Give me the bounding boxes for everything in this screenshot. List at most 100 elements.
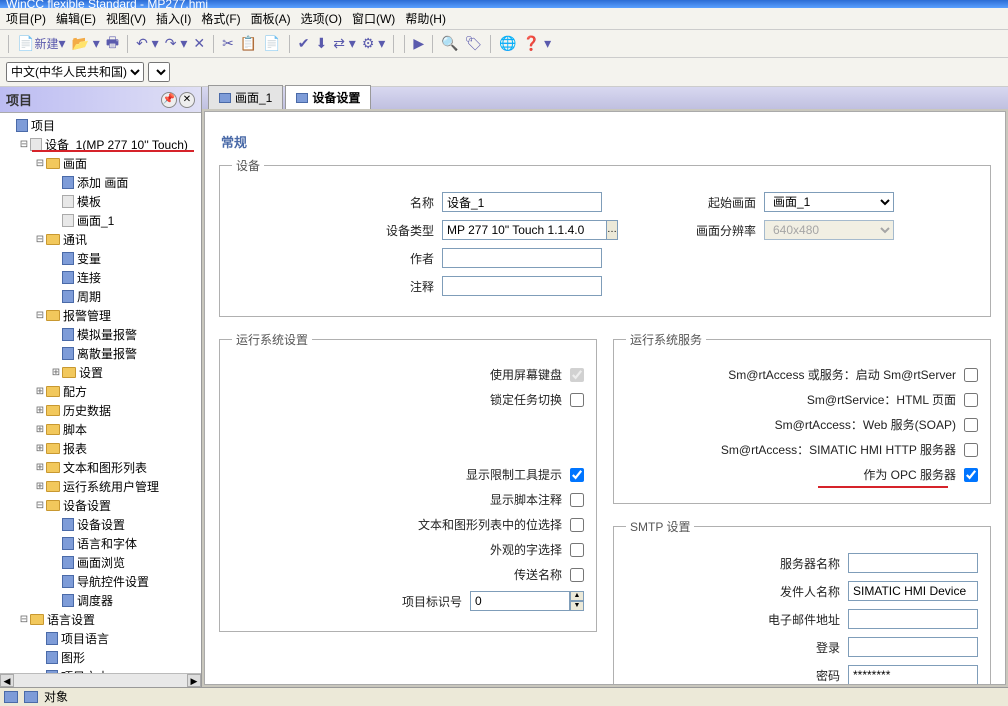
email-input[interactable] [848, 609, 978, 629]
login-input[interactable] [848, 637, 978, 657]
tree-connections[interactable]: 连接 [77, 269, 101, 286]
help-button[interactable]: ❓ ▾ [523, 35, 551, 52]
smtp-server-input[interactable] [848, 553, 978, 573]
menu-window[interactable]: 窗口(W) [352, 10, 395, 27]
tree-screens[interactable]: 画面 [63, 155, 87, 172]
menu-edit[interactable]: 编辑(E) [56, 10, 96, 27]
close-icon[interactable]: ✕ [179, 92, 195, 108]
script-comment-check[interactable] [570, 493, 584, 507]
content-area: 画面_1 设备设置 常规 设备 名称 设备类型 [202, 87, 1008, 687]
opc-server-check[interactable] [964, 468, 978, 482]
bottom-objects-label[interactable]: 对象 [44, 688, 68, 705]
tree-screen-browse[interactable]: 画面浏览 [77, 554, 125, 571]
menu-options[interactable]: 选项(O) [301, 10, 342, 27]
tree-scripts[interactable]: 脚本 [63, 421, 87, 438]
language-select[interactable]: 中文(中华人民共和国) [6, 62, 144, 82]
transfer-button[interactable]: ⇄ ▾ [333, 35, 356, 52]
password-label: 密码 [816, 667, 848, 684]
undo-button[interactable]: ↶ ▾ [136, 35, 159, 52]
bottom-icon2[interactable] [24, 691, 38, 703]
tree-navctrl[interactable]: 导航控件设置 [77, 573, 149, 590]
folder-icon [46, 443, 60, 454]
project-tree[interactable]: 项目 ⊟设备_1(MP 277 10'' Touch) ⊟画面 添加 画面 模板… [0, 113, 201, 673]
delete-button[interactable]: ✕ [193, 35, 205, 52]
tree-graphics[interactable]: 图形 [61, 649, 85, 666]
menu-project[interactable]: 项目(P) [6, 10, 46, 27]
run-button[interactable]: ▶ [413, 35, 424, 52]
tree-lang-font[interactable]: 语言和字体 [77, 535, 137, 552]
tree-reports[interactable]: 报表 [63, 440, 87, 457]
screen-icon [62, 214, 74, 227]
tree-dev-device-settings[interactable]: 设备设置 [77, 516, 125, 533]
author-input[interactable] [442, 248, 602, 268]
tree-add-screen[interactable]: 添加 画面 [77, 174, 128, 191]
tree-debugger[interactable]: 调度器 [77, 592, 113, 609]
compile-button[interactable]: ✔ [298, 35, 310, 52]
folder-icon [46, 405, 60, 416]
bottom-icon1[interactable] [4, 691, 18, 703]
tree-discrete-alarm[interactable]: 离散量报警 [77, 345, 137, 362]
tree-device-settings[interactable]: 设备设置 [63, 497, 111, 514]
menu-view[interactable]: 视图(V) [106, 10, 146, 27]
menu-format[interactable]: 格式(F) [201, 10, 240, 27]
sender-name-input[interactable] [848, 581, 978, 601]
tree-recipes[interactable]: 配方 [63, 383, 87, 400]
tooltips-check[interactable] [570, 468, 584, 482]
textgfx-pos-check[interactable] [570, 518, 584, 532]
tree-lang-settings[interactable]: 语言设置 [47, 611, 95, 628]
new-button[interactable]: 📄 新建 ▾ [17, 35, 65, 52]
menu-insert[interactable]: 插入(I) [156, 10, 191, 27]
transfer-name-check[interactable] [570, 568, 584, 582]
spin-down[interactable]: ▼ [570, 601, 584, 611]
tree-runtime-user[interactable]: 运行系统用户管理 [63, 478, 159, 495]
tree-template[interactable]: 模板 [77, 193, 101, 210]
project-id-input[interactable] [470, 591, 570, 611]
type-browse-button[interactable]: … [607, 220, 618, 240]
tree-tags[interactable]: 变量 [77, 250, 101, 267]
download-button[interactable]: ⬇ [315, 35, 327, 52]
tree-root[interactable]: 项目 [31, 117, 55, 134]
smartaccess-http-check[interactable] [964, 443, 978, 457]
find-button[interactable]: 🔍 [441, 35, 458, 52]
password-input[interactable] [848, 665, 978, 685]
tree-settings[interactable]: 设置 [79, 364, 103, 381]
setting-icon [62, 537, 74, 550]
smartservice-html-check[interactable] [964, 393, 978, 407]
tree-history[interactable]: 历史数据 [63, 402, 111, 419]
tags-button[interactable]: 🏷 [465, 35, 483, 52]
language-dropdown-secondary[interactable] [148, 62, 170, 82]
smartaccess-check[interactable] [964, 368, 978, 382]
tab-screen1[interactable]: 画面_1 [208, 85, 283, 109]
tree-alarm[interactable]: 报警管理 [63, 307, 111, 324]
action-button[interactable]: ⚙ ▾ [362, 35, 385, 52]
copy-button[interactable]: 📋 [240, 35, 257, 52]
paste-button[interactable]: 📄 [263, 35, 280, 52]
start-screen-select[interactable]: 画面_1 [764, 192, 894, 212]
globe-button[interactable]: 🌐 [499, 35, 516, 52]
open-button[interactable]: 📂 ▾ [71, 35, 99, 52]
name-input[interactable] [442, 192, 602, 212]
login-label: 登录 [816, 639, 848, 656]
smartaccess-soap-check[interactable] [964, 418, 978, 432]
cut-button[interactable]: ✂ [222, 35, 234, 52]
lock-task-check[interactable] [570, 393, 584, 407]
tree-cycles[interactable]: 周期 [77, 288, 101, 305]
tab-device-settings[interactable]: 设备设置 [285, 85, 371, 109]
device-settings-editor: 常规 设备 名称 设备类型 … [204, 111, 1006, 685]
menu-help[interactable]: 帮助(H) [405, 10, 446, 27]
tree-text-graphics[interactable]: 文本和图形列表 [63, 459, 147, 476]
save-button[interactable]: 🖶 [106, 32, 119, 56]
pin-icon[interactable]: 📌 [161, 92, 177, 108]
redo-button[interactable]: ↷ ▾ [165, 35, 188, 52]
menu-panel[interactable]: 面板(A) [251, 10, 291, 27]
tree-proj-lang[interactable]: 项目语言 [61, 630, 109, 647]
tree-screen1[interactable]: 画面_1 [77, 212, 114, 229]
appearance-font-check[interactable] [570, 543, 584, 557]
setting-icon [62, 594, 74, 607]
tree-comm[interactable]: 通讯 [63, 231, 87, 248]
tree-analog-alarm[interactable]: 模拟量报警 [77, 326, 137, 343]
comment-input[interactable] [442, 276, 602, 296]
sidebar-hscroll[interactable]: ◀▶ [0, 673, 201, 687]
spin-up[interactable]: ▲ [570, 591, 584, 601]
smtp-legend: SMTP 设置 [626, 518, 694, 535]
